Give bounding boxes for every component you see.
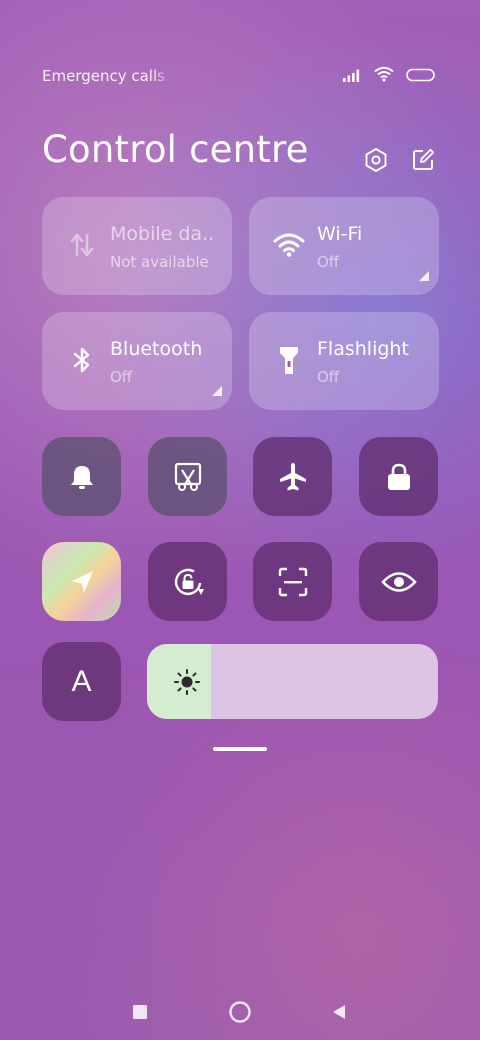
eye-icon bbox=[380, 571, 417, 592]
edit-icon[interactable] bbox=[409, 146, 437, 174]
tile-status: Not available bbox=[110, 253, 209, 271]
airplane-icon bbox=[279, 462, 306, 490]
screenshot-icon bbox=[174, 462, 201, 491]
tile-label: Bluetooth bbox=[110, 338, 203, 360]
sun-icon bbox=[173, 668, 201, 696]
toggle-lock[interactable] bbox=[359, 437, 438, 516]
back-icon bbox=[333, 1005, 345, 1019]
wifi-icon bbox=[273, 229, 305, 261]
recents-icon bbox=[133, 1005, 147, 1019]
tile-status: Off bbox=[110, 368, 133, 386]
tile-flashlight[interactable]: Flashlight Off bbox=[249, 312, 439, 410]
battery-icon bbox=[406, 67, 436, 86]
tile-mobile-data[interactable]: Mobile da.. Not available bbox=[42, 197, 232, 295]
toggle-font-size[interactable]: A bbox=[42, 642, 121, 721]
toggle-screenshot[interactable] bbox=[148, 437, 227, 516]
tile-label: Flashlight bbox=[317, 338, 409, 360]
tile-wifi[interactable]: Wi-Fi Off bbox=[249, 197, 439, 295]
mobile-data-icon bbox=[66, 229, 98, 261]
rotation-lock-icon bbox=[174, 568, 204, 595]
scanner-icon bbox=[278, 567, 307, 596]
home-button[interactable] bbox=[228, 1000, 252, 1024]
bluetooth-icon bbox=[66, 344, 98, 376]
toggle-airplane[interactable] bbox=[253, 437, 332, 516]
recents-button[interactable] bbox=[128, 1000, 152, 1024]
font-toggle-label: A bbox=[71, 664, 92, 698]
toggle-scanner[interactable] bbox=[253, 542, 332, 621]
settings-icon[interactable] bbox=[362, 146, 390, 174]
expand-corner-icon bbox=[212, 386, 222, 396]
wifi-icon bbox=[374, 66, 394, 86]
drag-handle[interactable] bbox=[213, 747, 267, 751]
tile-status: Off bbox=[317, 368, 340, 386]
toggle-mute[interactable] bbox=[42, 437, 121, 516]
toggle-reading-mode[interactable] bbox=[359, 542, 438, 621]
status-icons bbox=[342, 66, 436, 86]
lock-icon bbox=[387, 463, 410, 490]
status-text: Emergency calls only bbox=[42, 67, 172, 85]
toggle-location[interactable] bbox=[42, 542, 121, 621]
expand-corner-icon bbox=[419, 271, 429, 281]
tile-label: Mobile da.. bbox=[110, 223, 215, 245]
brightness-slider[interactable] bbox=[147, 644, 438, 719]
signal-icon bbox=[342, 67, 362, 86]
page-title: Control centre bbox=[42, 128, 309, 171]
flashlight-icon bbox=[273, 344, 305, 376]
bell-icon bbox=[70, 465, 93, 489]
toggle-rotation-lock[interactable] bbox=[148, 542, 227, 621]
location-icon bbox=[71, 570, 93, 593]
home-icon bbox=[229, 1001, 251, 1023]
back-button[interactable] bbox=[327, 1000, 351, 1024]
tile-label: Wi-Fi bbox=[317, 223, 363, 245]
tile-status: Off bbox=[317, 253, 340, 271]
tile-bluetooth[interactable]: Bluetooth Off bbox=[42, 312, 232, 410]
